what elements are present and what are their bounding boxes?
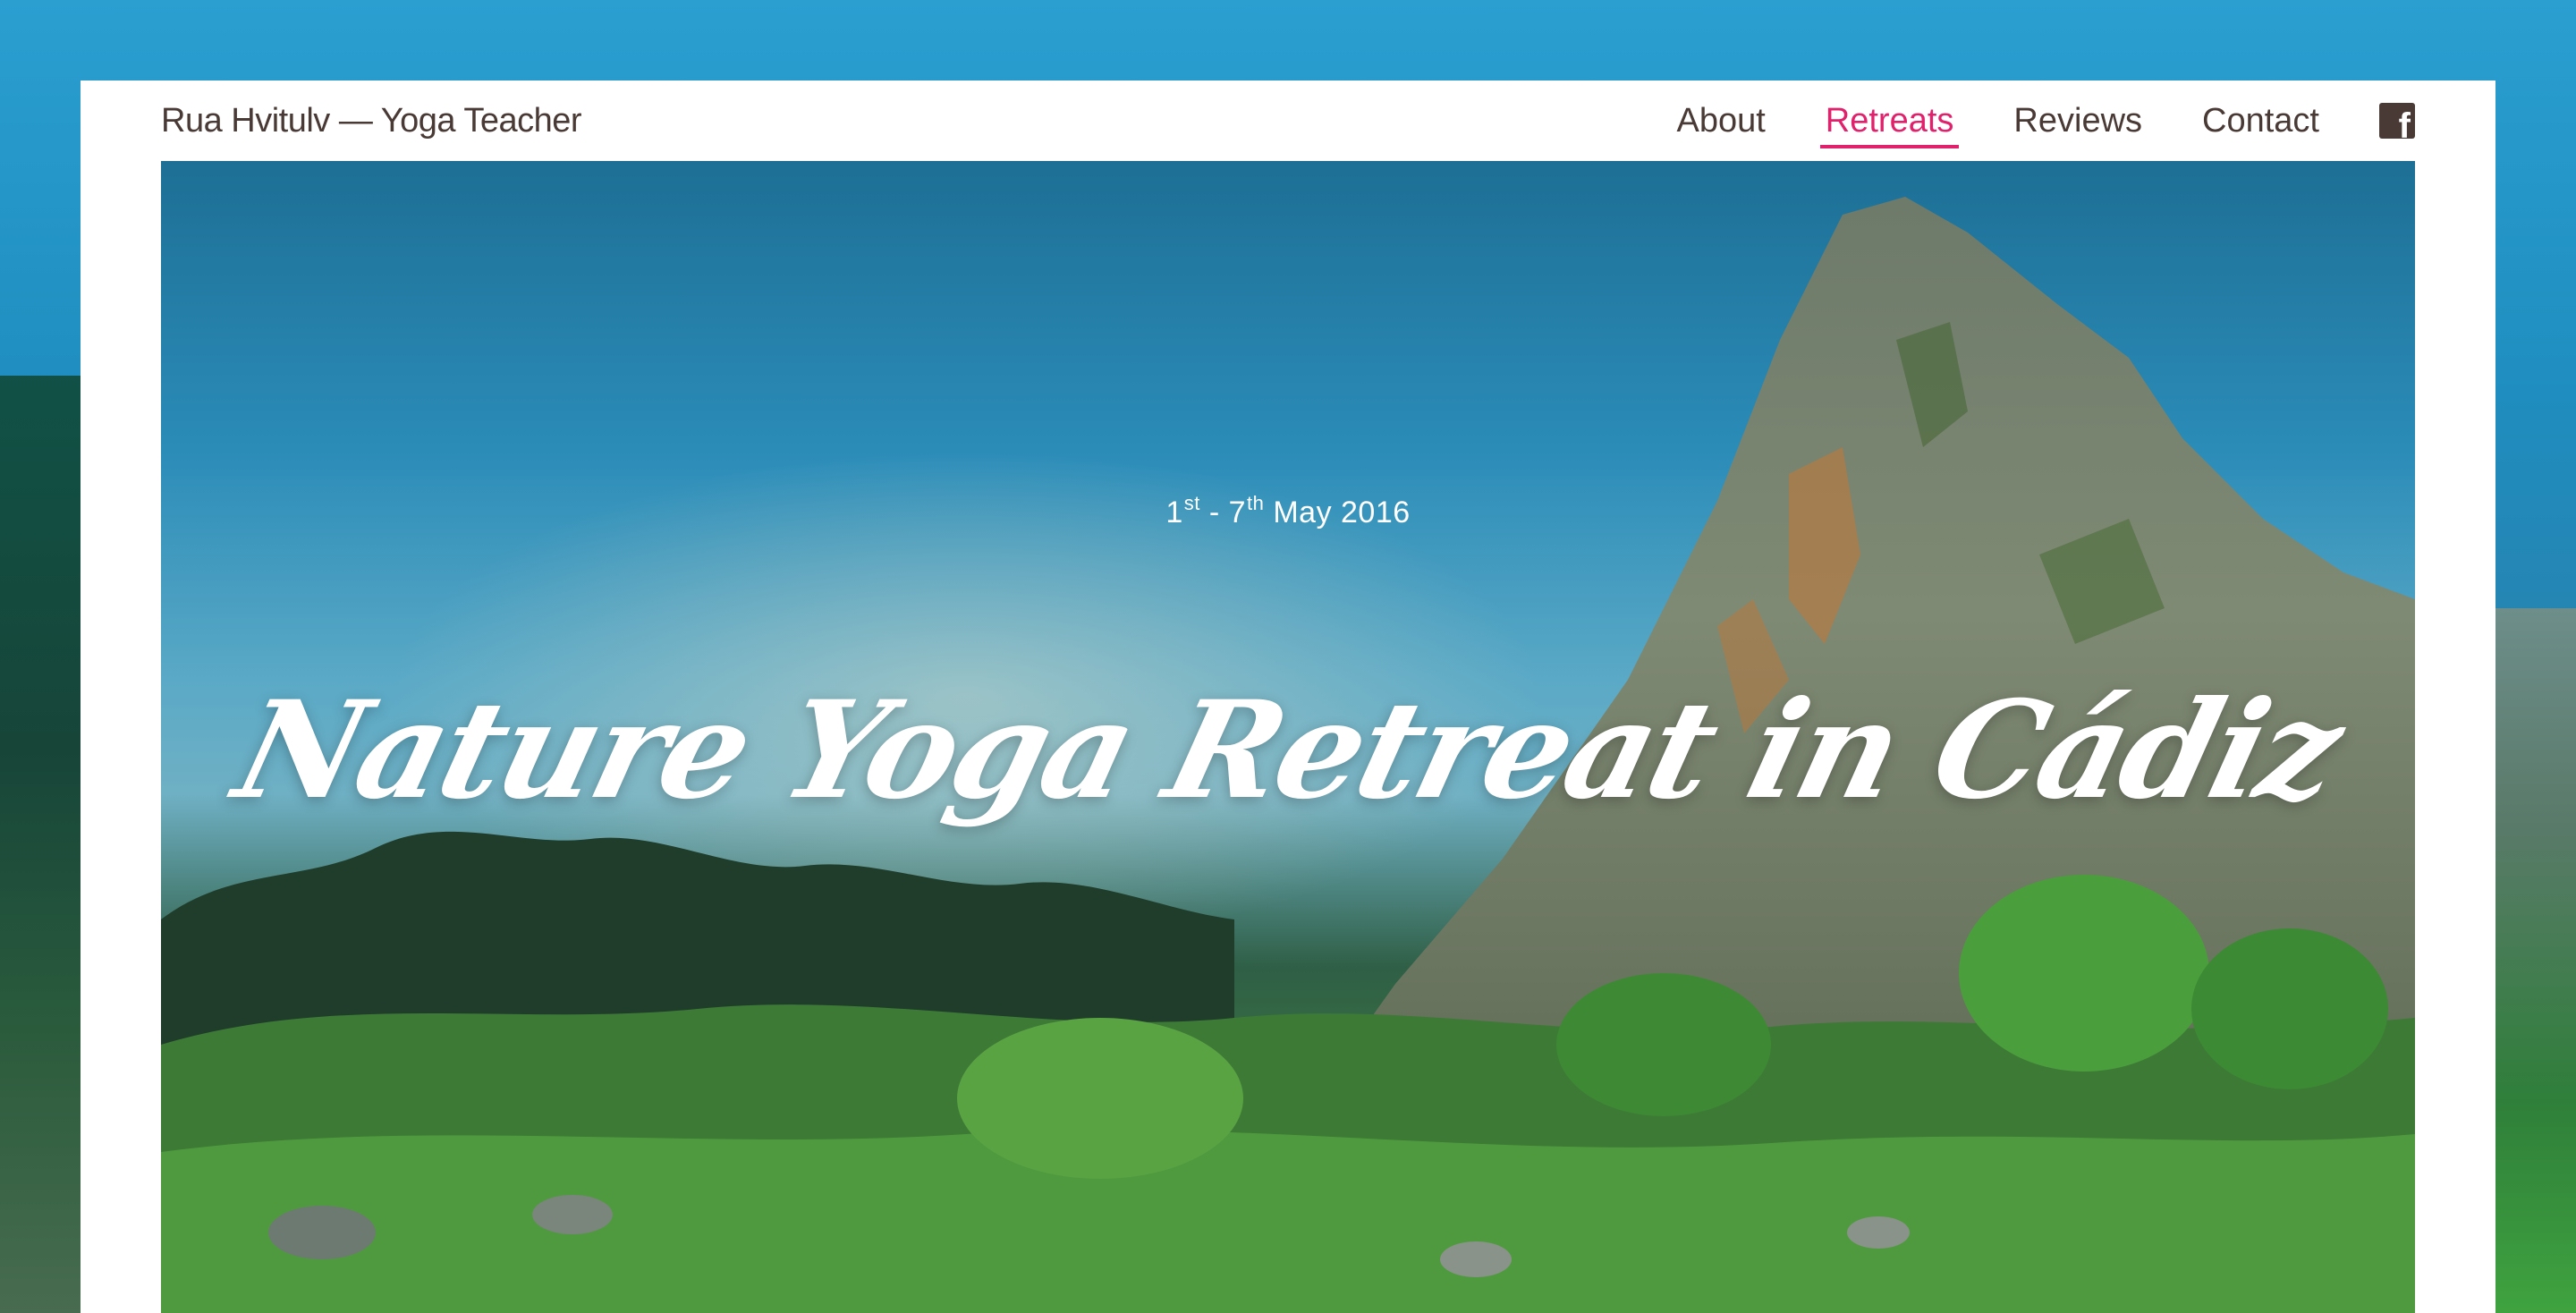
retreat-title: Nature Yoga Retreat in Cádiz xyxy=(221,671,2355,829)
site-header: Rua Hvitulv — Yoga Teacher About Retreat… xyxy=(161,80,2415,161)
nav-item-contact[interactable]: Contact xyxy=(2202,80,2319,161)
date-end-day: 7 xyxy=(1228,496,1247,529)
nav-item-about[interactable]: About xyxy=(1676,80,1765,161)
main-nav: About Retreats Reviews Contact f xyxy=(1616,80,2415,161)
date-start-day: 1 xyxy=(1165,496,1183,529)
background-foliage-right xyxy=(2496,608,2576,1313)
site-brand[interactable]: Rua Hvitulv — Yoga Teacher xyxy=(161,102,582,140)
date-start-suffix: st xyxy=(1183,492,1200,514)
date-end-suffix: th xyxy=(1247,492,1265,514)
background-trees-left xyxy=(0,376,80,1313)
date-month-year: May 2016 xyxy=(1264,496,1411,529)
nav-item-reviews[interactable]: Reviews xyxy=(2013,80,2142,161)
facebook-icon[interactable]: f xyxy=(2379,103,2415,144)
hero-banner: 1st - 7th May 2016 Nature Yoga Retreat i… xyxy=(161,161,2415,1313)
hero-forest-image xyxy=(161,831,2415,1313)
date-separator: - xyxy=(1199,496,1229,529)
nav-item-retreats[interactable]: Retreats xyxy=(1819,80,1960,161)
retreat-dates: 1st - 7th May 2016 xyxy=(161,492,2415,530)
